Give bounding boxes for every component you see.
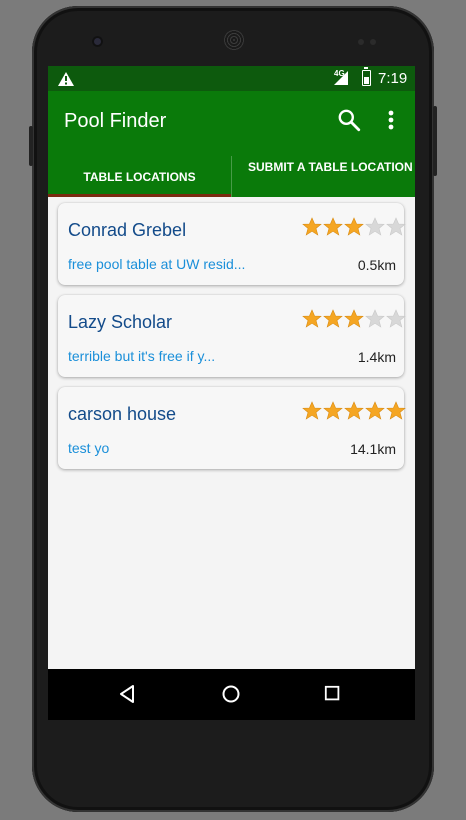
location-card[interactable]: carson house test yo 14.1km [58,387,407,469]
location-card[interactable]: Lazy Scholar terrible but it's free if y… [58,295,407,377]
front-camera [92,36,103,47]
star-filled-icon [302,401,322,420]
location-name: Conrad Grebel [68,220,187,240]
status-bar: 4G 7:19 [48,66,415,91]
star-empty-icon [386,217,406,236]
tab-submit-location[interactable]: SUBMIT A TABLE LOCATION [231,156,415,197]
speaker-grill [224,30,244,50]
rating-stars [302,309,407,329]
location-name: Lazy Scholar [68,312,173,332]
star-filled-icon [344,401,364,420]
volume-button [433,106,437,176]
star-filled-icon [302,309,322,328]
location-description: terrible but it's free if y... [68,348,216,364]
home-icon[interactable] [221,684,241,704]
light-sensor [370,39,376,45]
star-empty-icon [386,309,406,328]
power-button [29,126,33,166]
selected-tab-indicator [48,194,231,197]
location-description: free pool table at UW resid... [68,256,246,272]
recents-icon[interactable] [324,685,342,703]
app-bar: Pool Finder TABLE LOCATIONS SUBMIT A TAB… [48,91,415,197]
tab-label: TABLE LOCATIONS [83,169,196,184]
star-filled-icon [323,401,343,420]
app-title: Pool Finder [64,110,167,132]
star-empty-icon [365,217,385,236]
proximity-sensor [358,39,364,45]
search-icon[interactable] [336,107,362,133]
more-vert-icon[interactable] [384,107,398,133]
location-distance: 1.4km [357,349,396,365]
location-card[interactable]: Conrad Grebel free pool table at UW resi… [58,203,407,285]
network-type-label: 4G [334,69,345,78]
rating-stars [302,401,407,421]
location-name: carson house [68,404,177,424]
location-description: test yo [68,440,110,456]
tab-label: SUBMIT A TABLE LOCATION [248,160,413,174]
warning-icon [58,72,74,86]
battery-icon [362,67,371,86]
tab-table-locations[interactable]: TABLE LOCATIONS [48,156,231,197]
status-clock: 7:19 [378,70,408,87]
star-empty-icon [365,309,385,328]
star-filled-icon [386,401,406,420]
star-filled-icon [344,309,364,328]
star-filled-icon [323,309,343,328]
location-distance: 0.5km [357,257,396,273]
back-icon[interactable] [118,684,138,704]
app-screen: 4G 7:19 Pool Finder TABLE LOCATIONS SUBM… [48,66,415,720]
navigation-bar [48,669,415,720]
star-filled-icon [302,217,322,236]
location-distance: 14.1km [350,441,396,457]
star-filled-icon [365,401,385,420]
star-filled-icon [344,217,364,236]
star-filled-icon [323,217,343,236]
rating-stars [302,217,407,237]
